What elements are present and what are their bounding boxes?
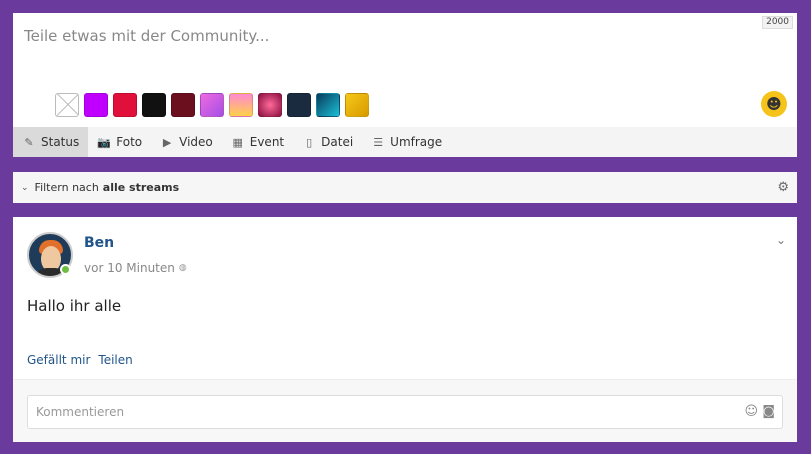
composer-tabs: ✎ Status 📷 Foto ▶ Video ▦ Event ▯ Datei ☰ Umfrage xyxy=(13,127,797,157)
post-author[interactable]: Ben xyxy=(84,235,114,251)
tab-status[interactable]: ✎ Status xyxy=(13,127,89,157)
background-swatches xyxy=(55,93,369,117)
share-link[interactable]: Teilen xyxy=(98,353,132,367)
tab-label: Datei xyxy=(321,135,354,149)
post-actions: Gefällt mir Teilen xyxy=(27,353,133,367)
tab-label: Event xyxy=(249,135,285,149)
swatch-navy[interactable] xyxy=(287,93,311,117)
swatch-black[interactable] xyxy=(142,93,166,117)
list-icon: ☰ xyxy=(373,135,384,149)
tab-label: Video xyxy=(179,135,213,149)
swatch-pink-purple-gradient[interactable] xyxy=(200,93,224,117)
post-content: Hallo ihr alle xyxy=(27,297,122,315)
swatch-maroon[interactable] xyxy=(171,93,195,117)
post-meta: vor 10 Minuten ◍ xyxy=(84,261,187,275)
camera-icon[interactable]: ◙ xyxy=(762,404,775,419)
tab-umfrage[interactable]: ☰ Umfrage xyxy=(362,127,451,157)
tab-label: Foto xyxy=(116,135,143,149)
chevron-down-icon[interactable]: ⌄ xyxy=(776,233,786,247)
swatch-pink-pattern[interactable] xyxy=(258,93,282,117)
like-link[interactable]: Gefällt mir xyxy=(27,353,90,367)
swatch-gold-gradient[interactable] xyxy=(345,93,369,117)
swatch-pink-yellow-gradient[interactable] xyxy=(229,93,253,117)
calendar-icon: ▦ xyxy=(232,135,243,149)
tab-event[interactable]: ▦ Event xyxy=(222,127,293,157)
tab-label: Status xyxy=(41,135,80,149)
smiley-icon[interactable]: ☺ xyxy=(744,404,758,419)
file-icon: ▯ xyxy=(306,135,313,149)
globe-icon: ◍ xyxy=(178,263,187,273)
post-time[interactable]: vor 10 Minuten xyxy=(84,261,175,275)
video-icon: ▶ xyxy=(162,135,172,149)
filter-value[interactable]: alle streams xyxy=(103,181,179,194)
tab-foto[interactable]: 📷 Foto xyxy=(88,127,151,157)
tab-label: Umfrage xyxy=(390,135,443,149)
chevron-down-icon[interactable]: ⌄ xyxy=(21,183,29,193)
char-counter: 2000 xyxy=(762,16,793,29)
swatch-violet[interactable] xyxy=(84,93,108,117)
tab-datei[interactable]: ▯ Datei xyxy=(293,127,362,157)
smiley-icon[interactable]: ☻ xyxy=(761,91,787,117)
post-card: Ben vor 10 Minuten ◍ ⌄ Hallo ihr alle Ge… xyxy=(13,217,797,442)
online-status-icon xyxy=(60,264,71,275)
status-input[interactable] xyxy=(13,13,797,93)
tab-video[interactable]: ▶ Video xyxy=(151,127,222,157)
swatch-crimson[interactable] xyxy=(113,93,137,117)
comment-area: ☺ ◙ xyxy=(13,379,797,442)
post-composer: 2000 ☻ ✎ Status 📷 Foto ▶ Video ▦ Event ▯ Datei ☰ Um… xyxy=(13,13,797,157)
gear-icon[interactable]: ⚙ xyxy=(777,180,789,195)
comment-input[interactable] xyxy=(28,396,728,428)
stream-filter[interactable]: ⌄ Filtern nach alle streams ⚙ xyxy=(13,172,797,203)
swatch-teal-gradient[interactable] xyxy=(316,93,340,117)
filter-prefix: Filtern nach xyxy=(34,181,99,194)
camera-icon: 📷 xyxy=(97,135,112,149)
swatch-none[interactable] xyxy=(55,93,79,117)
comment-box: ☺ ◙ xyxy=(27,395,783,429)
pencil-icon: ✎ xyxy=(24,135,34,149)
